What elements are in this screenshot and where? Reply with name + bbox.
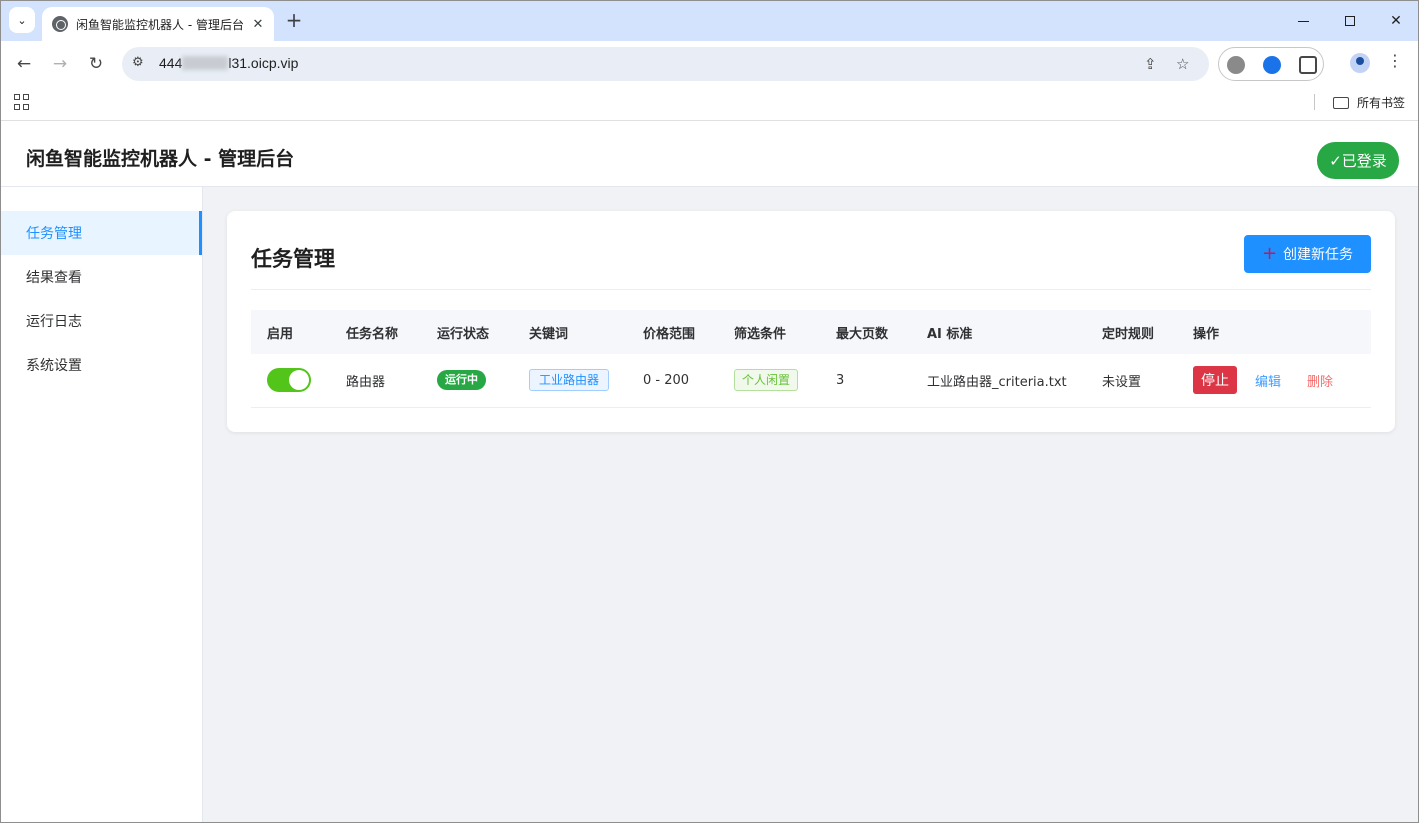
sidebar-item-label: 结果查看 (26, 270, 82, 286)
column-header: 关键词 (513, 310, 627, 354)
column-header: 启用 (251, 310, 330, 354)
apps-grid-icon[interactable] (14, 94, 30, 110)
plus-icon: + (1261, 243, 1278, 264)
column-header: 任务名称 (330, 310, 421, 354)
column-header: AI 标准 (911, 310, 1086, 354)
main-content: 任务管理 + 创建新任务 启用 任务名称 运行状态 关键词 价格范围 筛选条件 … (203, 187, 1418, 822)
divider (251, 289, 1371, 290)
maximize-icon (1345, 16, 1355, 26)
table-row: 路由器 运行中 工业路由器 0 - 200 个人闲置 3 工业路由器_crite… (251, 354, 1371, 408)
keyword-cell: 工业路由器 (513, 354, 627, 408)
create-task-button[interactable]: + 创建新任务 (1244, 235, 1371, 273)
ai-standard: 工业路由器_criteria.txt (911, 354, 1086, 408)
task-card: 任务管理 + 创建新任务 启用 任务名称 运行状态 关键词 价格范围 筛选条件 … (227, 211, 1395, 432)
app-title: 闲鱼智能监控机器人 - 管理后台 (26, 148, 295, 170)
reload-button[interactable]: ↻ (83, 51, 109, 77)
edit-link[interactable]: 编辑 (1255, 371, 1281, 390)
column-header: 筛选条件 (718, 310, 820, 354)
tab-search-button[interactable]: ⌄ (9, 7, 35, 33)
column-header: 操作 (1177, 310, 1371, 354)
enable-toggle[interactable] (267, 368, 311, 393)
status-badge: 运行中 (437, 370, 486, 391)
column-header: 价格范围 (627, 310, 718, 354)
forward-button[interactable]: → (47, 51, 73, 77)
keyword-tag: 工业路由器 (529, 369, 610, 392)
bookmark-star-icon[interactable]: ☆ (1176, 55, 1189, 73)
table-header-row: 启用 任务名称 运行状态 关键词 价格范围 筛选条件 最大页数 AI 标准 定时… (251, 310, 1371, 354)
new-tab-button[interactable]: + (281, 9, 307, 33)
close-icon[interactable]: ✕ (250, 17, 266, 32)
minimize-button[interactable] (1280, 1, 1326, 41)
browser-toolbar: ← → ↻ ⚙ 444 l31.oicp.vip ⇪ ☆ ⋮ (1, 41, 1418, 86)
column-header: 定时规则 (1086, 310, 1177, 354)
sidebar-item-results[interactable]: 结果查看 (1, 255, 202, 299)
sidebar: 任务管理 结果查看 运行日志 系统设置 (1, 187, 203, 822)
folder-icon (1333, 96, 1349, 109)
minimize-icon (1297, 20, 1309, 22)
all-bookmarks-label: 所有书签 (1357, 96, 1406, 110)
url-prefix: 444 (159, 55, 183, 71)
stop-button[interactable]: 停止 (1193, 366, 1237, 395)
price-range: 0 - 200 (627, 354, 718, 408)
arrow-left-icon: ← (16, 54, 32, 74)
sidebar-item-settings[interactable]: 系统设置 (1, 343, 202, 387)
reload-icon: ↻ (88, 54, 104, 74)
close-icon: ✕ (1390, 13, 1402, 29)
sidebar-item-label: 运行日志 (26, 314, 82, 330)
sidebar-item-task-management[interactable]: 任务管理 (1, 211, 202, 255)
more-menu-icon[interactable]: ⋮ (1387, 51, 1403, 70)
delete-link[interactable]: 删除 (1307, 371, 1333, 390)
globe-icon (52, 16, 68, 32)
app-header: 闲鱼智能监控机器人 - 管理后台 ✓已登录 (1, 122, 1418, 187)
url-redacted (182, 56, 229, 70)
address-bar[interactable]: ⚙ 444 l31.oicp.vip ⇪ ☆ (122, 47, 1209, 81)
schedule: 未设置 (1086, 354, 1177, 408)
maximize-button[interactable] (1327, 1, 1373, 41)
extension-globe-icon[interactable] (1227, 56, 1245, 74)
browser-tab[interactable]: 闲鱼智能监控机器人 - 管理后台 ✕ (42, 7, 274, 41)
browser-window: ⌄ 闲鱼智能监控机器人 - 管理后台 ✕ + ✕ ← → ↻ ⚙ 444 l31.… (0, 0, 1419, 823)
arrow-right-icon: → (52, 54, 68, 74)
all-bookmarks-folder[interactable]: 所有书签 (1333, 94, 1405, 111)
filter-cell: 个人闲置 (718, 354, 820, 408)
back-button[interactable]: ← (11, 51, 37, 77)
create-task-label: 创建新任务 (1283, 247, 1354, 263)
row-actions: 停止 编辑 删除 (1193, 366, 1371, 395)
profile-avatar[interactable] (1350, 53, 1370, 73)
tab-strip: ⌄ 闲鱼智能监控机器人 - 管理后台 ✕ + ✕ (1, 1, 1418, 41)
task-table: 启用 任务名称 运行状态 关键词 价格范围 筛选条件 最大页数 AI 标准 定时… (251, 310, 1371, 408)
tab-title: 闲鱼智能监控机器人 - 管理后台 (76, 17, 244, 32)
bookmarks-bar: 所有书签 (1, 86, 1418, 121)
login-status-badge[interactable]: ✓已登录 (1317, 142, 1399, 179)
share-icon[interactable]: ⇪ (1144, 55, 1157, 73)
column-header: 最大页数 (820, 310, 911, 354)
task-name: 路由器 (330, 354, 421, 408)
sidebar-item-logs[interactable]: 运行日志 (1, 299, 202, 343)
url-suffix: l31.oicp.vip (228, 55, 299, 71)
chevron-down-icon: ⌄ (17, 13, 27, 27)
close-window-button[interactable]: ✕ (1373, 1, 1418, 41)
sidebar-item-label: 任务管理 (26, 226, 82, 242)
extension-sync-icon[interactable] (1263, 56, 1281, 74)
sidebar-item-label: 系统设置 (26, 358, 82, 374)
extensions-area (1218, 47, 1324, 81)
toggle-knob (289, 370, 309, 391)
enable-cell (251, 354, 330, 408)
extensions-puzzle-icon[interactable] (1299, 56, 1317, 74)
bookmarks-divider (1314, 94, 1315, 110)
actions-cell: 停止 编辑 删除 (1177, 354, 1371, 408)
max-pages: 3 (820, 354, 911, 408)
site-settings-icon[interactable]: ⚙ (132, 55, 150, 73)
filter-tag: 个人闲置 (734, 369, 799, 392)
url-text: 444 l31.oicp.vip (159, 55, 298, 71)
status-cell: 运行中 (421, 354, 513, 408)
column-header: 运行状态 (421, 310, 513, 354)
page-title: 任务管理 (251, 247, 335, 271)
